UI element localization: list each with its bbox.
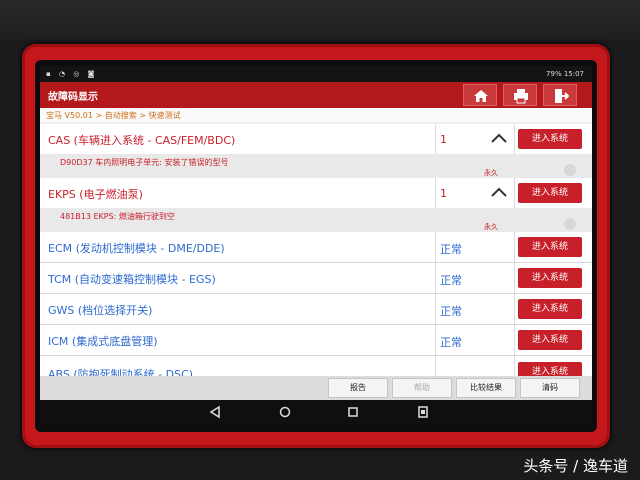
- system-list: CAS (车辆进入系统 - CAS/FEM/BDC) 1 进入系统 D90D37…: [40, 124, 592, 387]
- print-button[interactable]: [503, 84, 537, 106]
- column-divider: [435, 124, 436, 154]
- device-screen: ▪ ◔ ◎ ◙ 79% 15:07 故障码显示 宝马 V50.01 > 自动搜索…: [40, 66, 592, 424]
- list-item-cas[interactable]: CAS (车辆进入系统 - CAS/FEM/BDC) 1 进入系统: [40, 124, 592, 155]
- enter-system-button[interactable]: 进入系统: [518, 183, 582, 203]
- compare-results-button[interactable]: 比较结果: [456, 378, 516, 398]
- notification-icons: ▪ ◔ ◎ ◙: [46, 70, 98, 78]
- status-bar: ▪ ◔ ◎ ◙ 79% 15:07: [40, 66, 592, 82]
- list-item-ecm[interactable]: ECM (发动机控制模块 - DME/DDE) 正常 进入系统: [40, 232, 592, 263]
- column-divider: [514, 294, 515, 324]
- help-button[interactable]: 帮助: [392, 378, 452, 398]
- system-status: 正常: [440, 336, 462, 349]
- column-divider: [514, 178, 515, 208]
- enter-system-button[interactable]: 进入系统: [518, 299, 582, 319]
- magnifier-icon[interactable]: [564, 218, 576, 230]
- exit-button[interactable]: [543, 84, 577, 106]
- exit-icon: [555, 89, 569, 103]
- chevron-up-icon[interactable]: [490, 186, 508, 198]
- report-button[interactable]: 报告: [328, 378, 388, 398]
- fault-entry: 481B13 EKPS: 燃油箱行驶到空 永久: [40, 208, 592, 233]
- system-name: CAS (车辆进入系统 - CAS/FEM/BDC): [48, 134, 236, 147]
- list-item-tcm[interactable]: TCM (自动变速箱控制模块 - EGS) 正常 进入系统: [40, 263, 592, 294]
- android-nav-bar: [40, 400, 592, 424]
- fault-status: 永久: [484, 169, 498, 177]
- fault-count: 1: [440, 133, 447, 146]
- back-icon[interactable]: [208, 405, 222, 419]
- home-circle-icon[interactable]: [278, 405, 292, 419]
- fault-code: 481B13 EKPS: 燃油箱行驶到空: [60, 212, 175, 221]
- column-divider: [435, 294, 436, 324]
- column-divider: [435, 325, 436, 355]
- screenshot-icon[interactable]: [416, 405, 430, 419]
- watermark-text: 头条号 / 逸车道: [523, 457, 628, 475]
- clear-codes-button[interactable]: 清码: [520, 378, 580, 398]
- column-divider: [514, 232, 515, 262]
- fault-code: D90D37 车内照明电子单元: 安装了错误的型号: [60, 158, 229, 167]
- breadcrumb-text: 宝马 V50.01 > 自动搜索 > 快速测试: [46, 111, 181, 120]
- breadcrumb: 宝马 V50.01 > 自动搜索 > 快速测试: [40, 108, 592, 122]
- page-title: 故障码显示: [48, 92, 98, 103]
- home-icon: [474, 90, 488, 102]
- column-divider: [435, 263, 436, 293]
- recents-icon[interactable]: [346, 405, 360, 419]
- column-divider: [435, 232, 436, 262]
- enter-system-button[interactable]: 进入系统: [518, 129, 582, 149]
- list-item-gws[interactable]: GWS (档位选择开关) 正常 进入系统: [40, 294, 592, 325]
- enter-system-button[interactable]: 进入系统: [518, 330, 582, 350]
- system-name: TCM (自动变速箱控制模块 - EGS): [48, 273, 216, 286]
- title-bar: 故障码显示: [40, 82, 592, 108]
- fault-entry: D90D37 车内照明电子单元: 安装了错误的型号 永久: [40, 154, 592, 179]
- column-divider: [514, 263, 515, 293]
- system-name: GWS (档位选择开关): [48, 304, 153, 317]
- system-name: ICM (集成式底盘管理): [48, 335, 158, 348]
- system-name: ECM (发动机控制模块 - DME/DDE): [48, 242, 225, 255]
- chevron-up-icon[interactable]: [490, 132, 508, 144]
- column-divider: [435, 178, 436, 208]
- print-icon: [514, 89, 528, 104]
- system-status: 正常: [440, 305, 462, 318]
- column-divider: [514, 124, 515, 154]
- fault-status: 永久: [484, 223, 498, 231]
- system-name: EKPS (电子燃油泵): [48, 188, 143, 201]
- status-battery-time: 79% 15:07: [546, 70, 584, 78]
- fault-count: 1: [440, 187, 447, 200]
- magnifier-icon[interactable]: [564, 164, 576, 176]
- bottom-toolbar: 报告 帮助 比较结果 清码: [40, 376, 592, 400]
- list-item-icm[interactable]: ICM (集成式底盘管理) 正常 进入系统: [40, 325, 592, 356]
- enter-system-button[interactable]: 进入系统: [518, 237, 582, 257]
- column-divider: [514, 325, 515, 355]
- background-top: [0, 0, 640, 40]
- enter-system-button[interactable]: 进入系统: [518, 268, 582, 288]
- system-status: 正常: [440, 243, 462, 256]
- list-item-ekps[interactable]: EKPS (电子燃油泵) 1 进入系统: [40, 178, 592, 209]
- home-button[interactable]: [463, 84, 497, 106]
- system-status: 正常: [440, 274, 462, 287]
